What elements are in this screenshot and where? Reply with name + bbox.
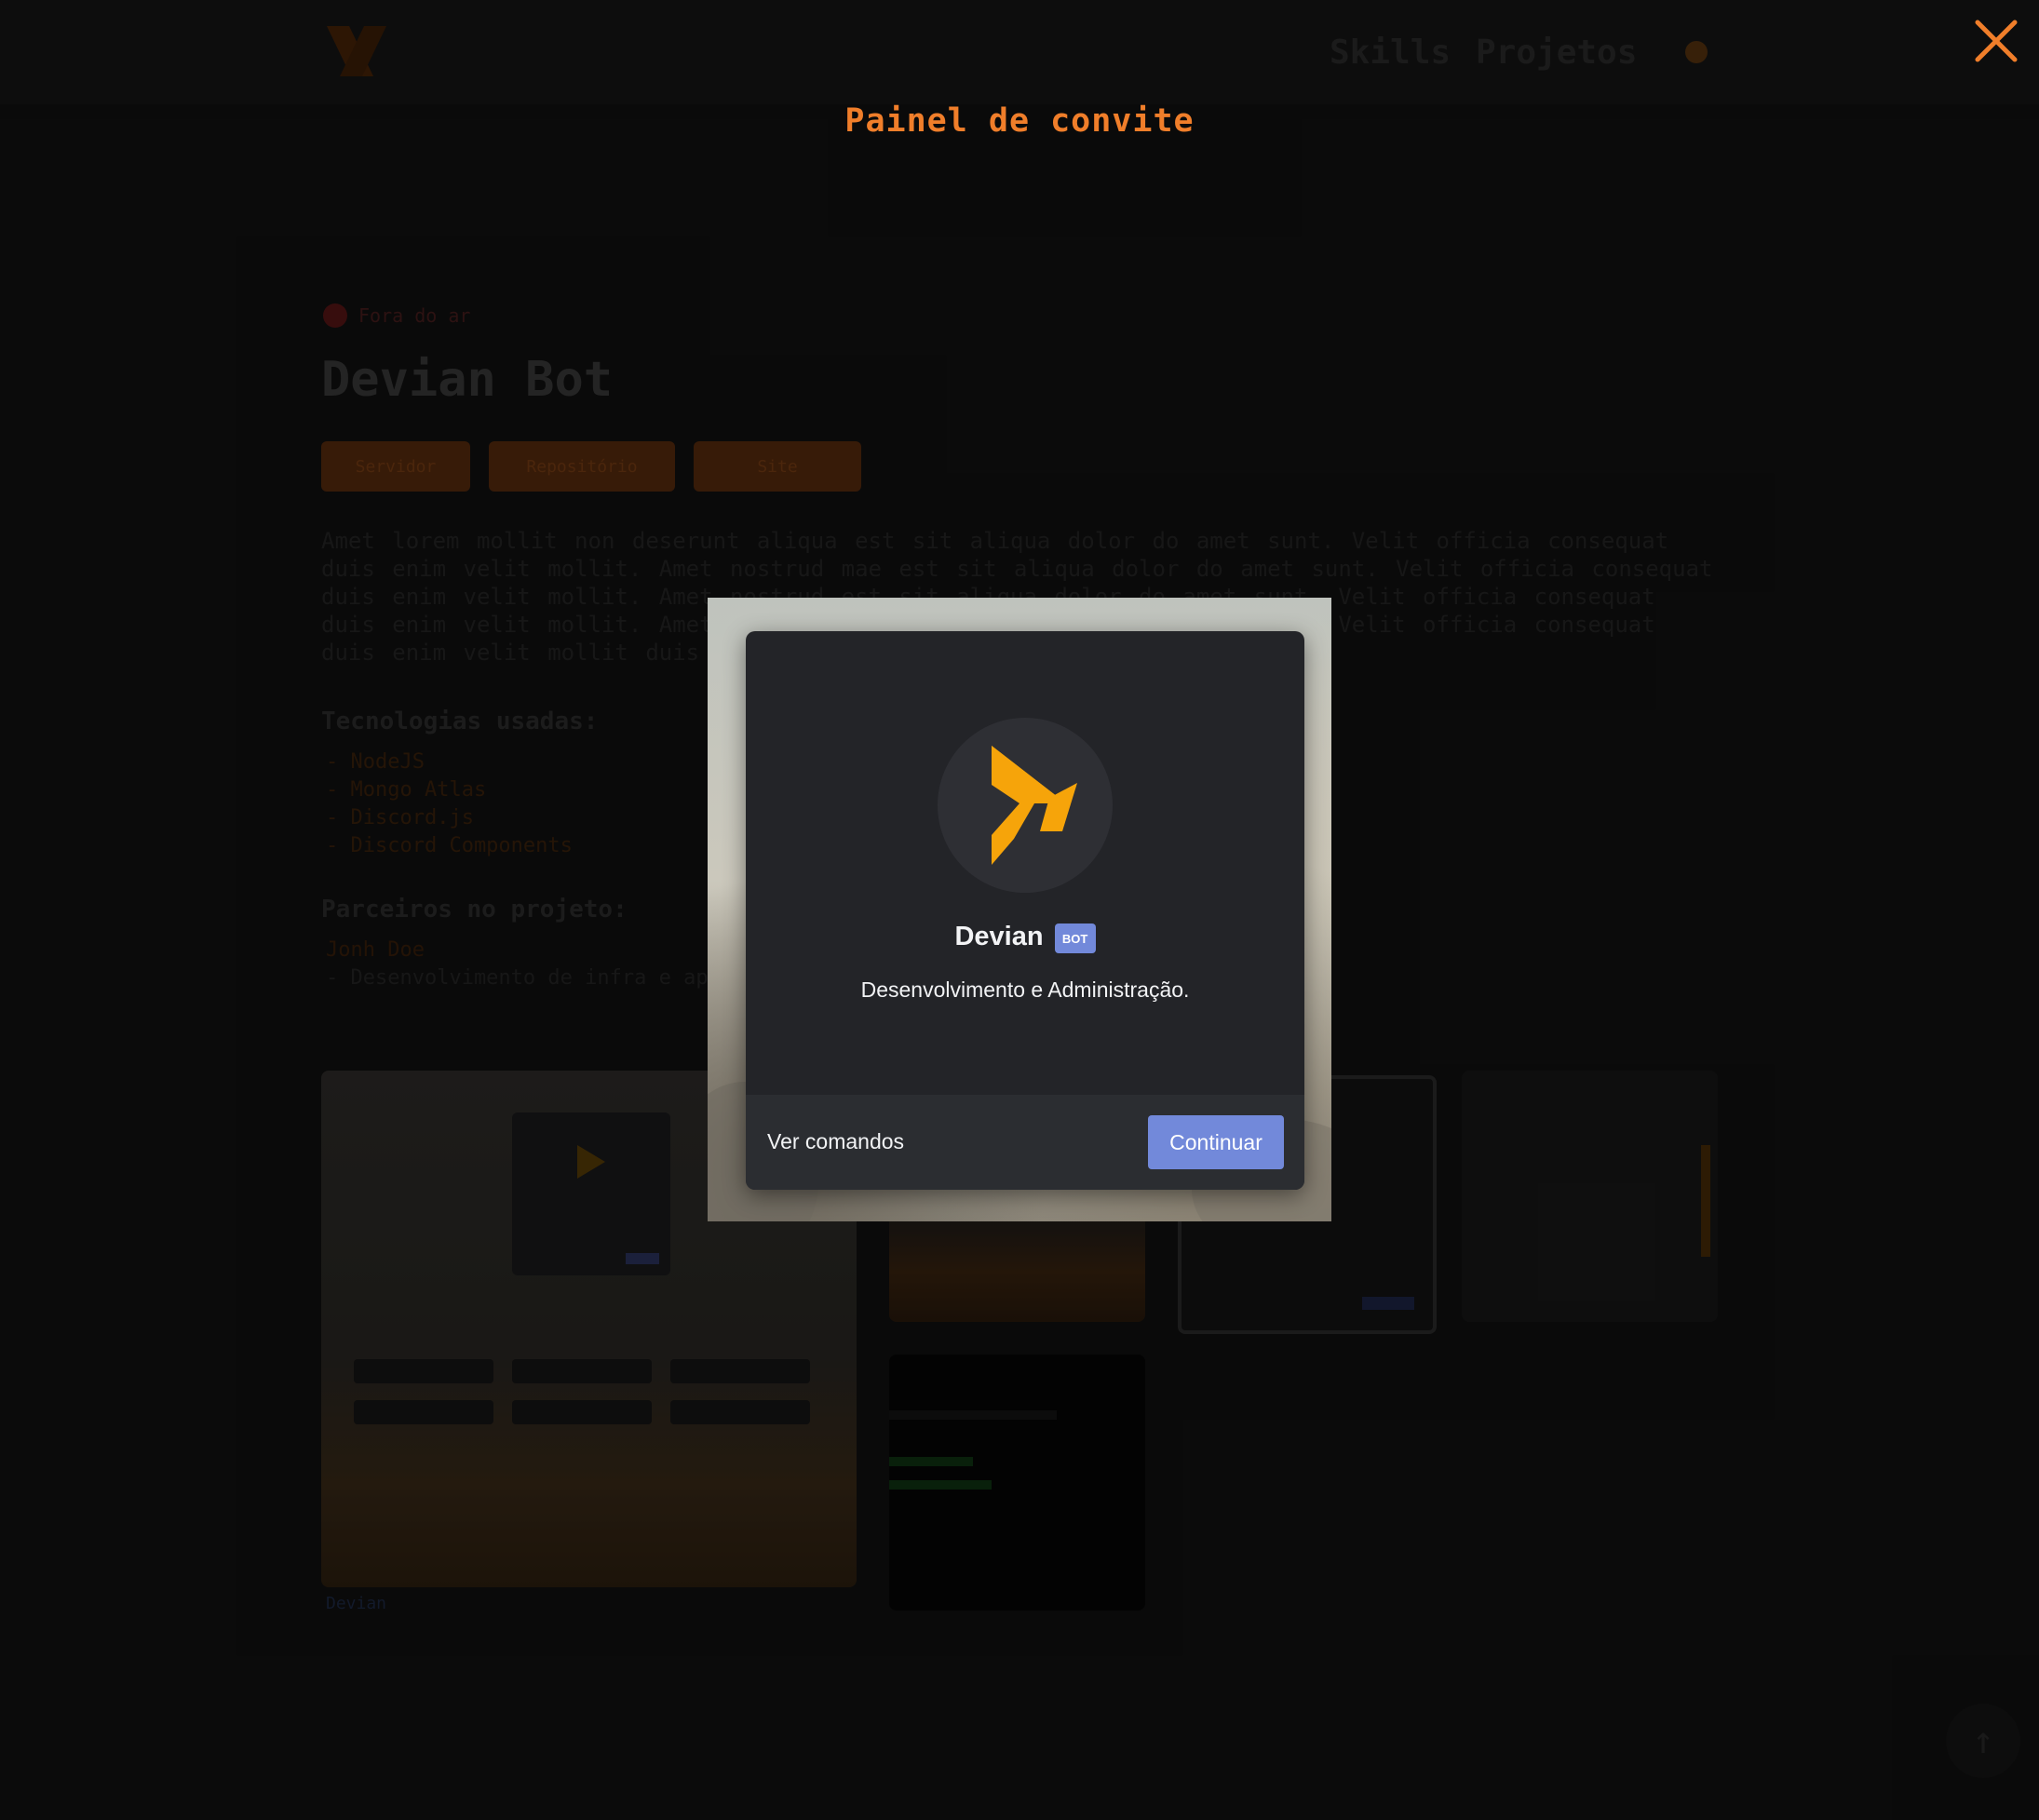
bot-badge: BOT — [1054, 923, 1096, 953]
devian-logo-icon — [992, 746, 1077, 865]
bot-description: Desenvolvimento e Administração. — [860, 977, 1190, 1002]
bot-name-row: Devian BOT — [746, 920, 1304, 953]
invite-card-footer: Ver comandos Continuar — [746, 1095, 1304, 1190]
lightbox-title: Painel de convite — [844, 102, 1195, 140]
bot-avatar — [938, 718, 1113, 893]
continue-button[interactable]: Continuar — [1148, 1115, 1284, 1169]
view-commands-link[interactable]: Ver comandos — [767, 1129, 904, 1154]
bot-name: Devian — [954, 921, 1044, 951]
close-icon[interactable] — [1972, 17, 2020, 65]
lightbox-image: Devian BOT Desenvolvimento e Administraç… — [708, 598, 1331, 1221]
invite-card: Devian BOT Desenvolvimento e Administraç… — [746, 631, 1304, 1190]
